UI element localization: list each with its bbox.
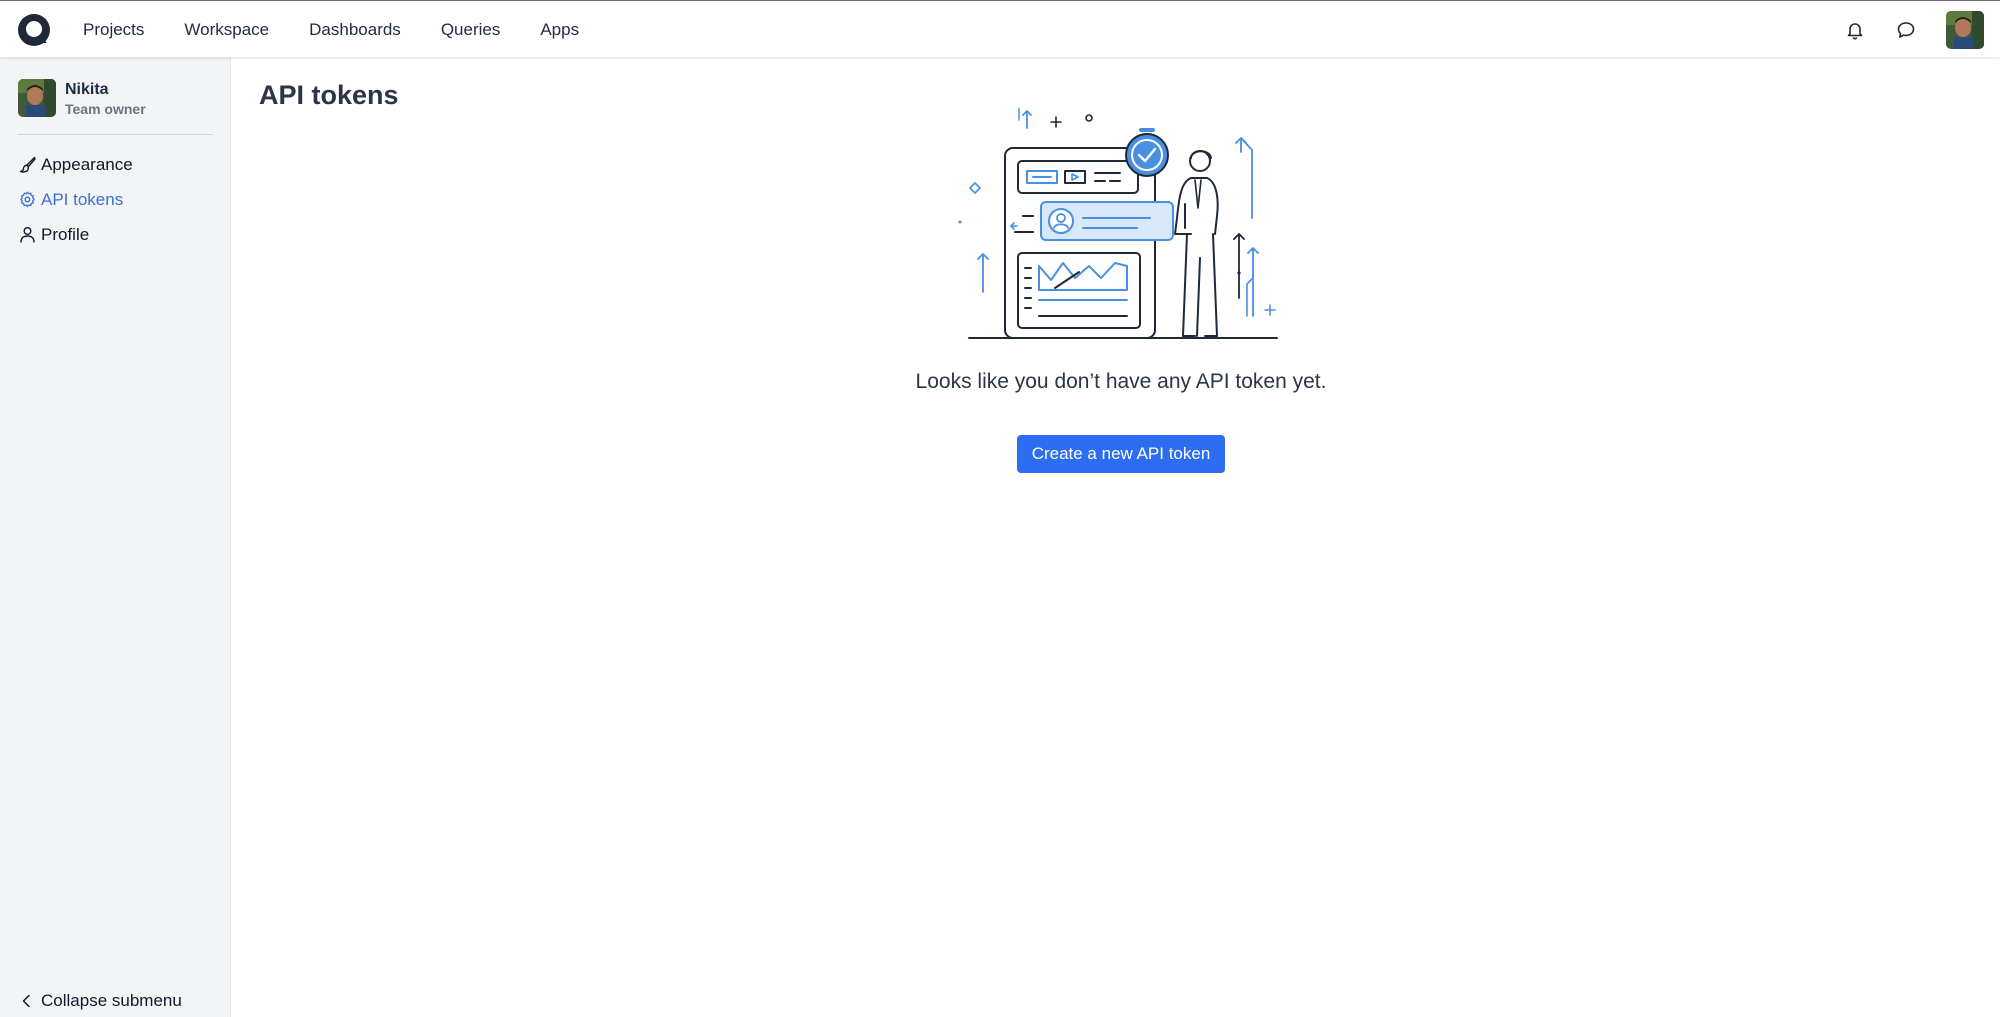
collapse-submenu-button[interactable]: Collapse submenu [18,985,182,1017]
nav-projects[interactable]: Projects [63,1,164,58]
sidebar-item-api-tokens[interactable]: API tokens [18,182,218,217]
sidebar-item-label: Profile [41,224,90,244]
user-avatar[interactable] [1946,10,1984,49]
nav-dashboards[interactable]: Dashboards [289,1,421,58]
bell-icon[interactable] [1844,19,1866,41]
create-api-token-button[interactable]: Create a new API token [1017,435,1225,473]
nav-apps[interactable]: Apps [520,1,599,58]
empty-state-message: Looks like you don’t have any API token … [915,370,1327,393]
top-navbar: Projects Workspace Dashboards Queries Ap… [0,0,2000,57]
empty-state-illustration [958,108,1278,339]
settings-sidebar: Nikita Team owner Appearance API tokens [0,57,231,1017]
main-nav: Projects Workspace Dashboards Queries Ap… [63,1,599,58]
sidebar-item-appearance[interactable]: Appearance [18,147,218,182]
brush-icon [18,156,36,174]
sidebar-item-label: API tokens [41,189,124,209]
gear-icon [18,191,36,209]
page-title: API tokens [259,80,399,110]
sidebar-item-label: Appearance [41,154,133,174]
nav-workspace[interactable]: Workspace [164,1,289,58]
user-name: Nikita [65,81,109,98]
collapse-label: Collapse submenu [41,991,182,1010]
sidebar-item-profile[interactable]: Profile [18,217,218,252]
settings-menu: Appearance API tokens Profile [18,147,218,252]
top-actions [1844,1,1984,58]
user-role: Team owner [65,101,146,117]
chevron-left-icon [18,992,36,1010]
nav-queries[interactable]: Queries [421,1,521,58]
person-icon [18,226,36,244]
avatar [18,79,56,117]
user-info: Nikita Team owner [18,79,213,139]
app-logo-icon[interactable] [17,13,51,47]
sidebar-divider [18,134,213,135]
chat-icon[interactable] [1895,19,1917,41]
